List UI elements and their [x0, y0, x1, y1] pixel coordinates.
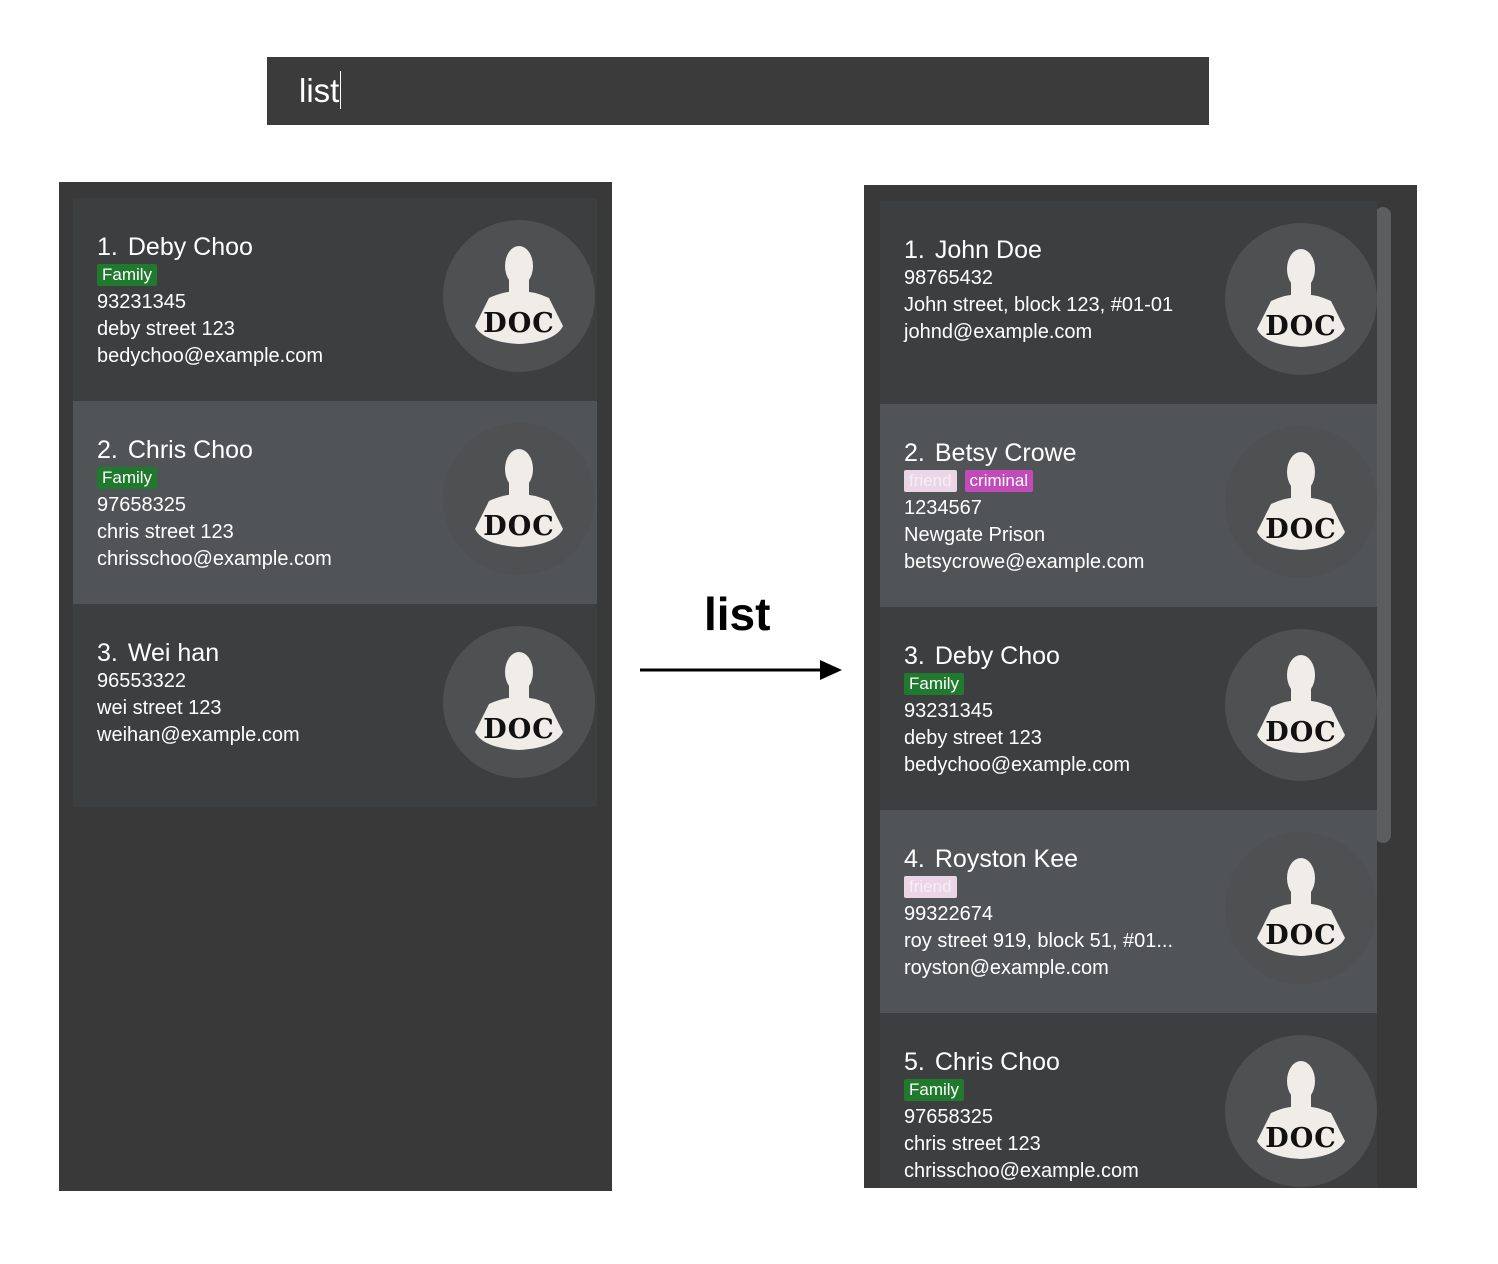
person-index: 2.: [904, 439, 925, 467]
person-card[interactable]: 3. Deby Choo Family 93231345 deby street 123…: [880, 607, 1377, 810]
command-input[interactable]: list: [299, 71, 342, 111]
person-card[interactable]: 2. Chris Choo Family 97658325 chris street 1…: [73, 401, 597, 604]
svg-text:DOC: DOC: [1265, 717, 1336, 748]
doc-avatar-icon: DOC: [1257, 249, 1345, 347]
person-name-text: Betsy Crowe: [934, 439, 1077, 467]
svg-text:DOC: DOC: [1265, 514, 1336, 545]
svg-text:DOC: DOC: [483, 308, 554, 339]
command-box[interactable]: list: [267, 57, 1209, 125]
tag-friend: friend: [904, 876, 957, 898]
person-index: 2.: [97, 436, 118, 464]
doc-avatar-icon: DOC: [1257, 655, 1345, 753]
right-arrow-icon: [640, 660, 842, 680]
person-avatar: DOC: [1225, 426, 1377, 578]
person-card[interactable]: 1. John Doe 98765432 John street, block 123…: [880, 201, 1377, 404]
doc-avatar-icon: DOC: [475, 246, 563, 344]
person-avatar: DOC: [1225, 629, 1377, 781]
person-index: 4.: [904, 845, 925, 873]
tag-family: Family: [904, 673, 965, 695]
person-name-text: John Doe: [934, 236, 1042, 264]
arrow-label: list: [704, 588, 771, 640]
person-avatar: DOC: [443, 220, 595, 372]
doc-avatar-icon: DOC: [1257, 452, 1345, 550]
tag-family: Family: [97, 264, 158, 286]
tag-friend: friend: [904, 470, 957, 492]
doc-avatar-icon: DOC: [1257, 858, 1345, 956]
svg-text:DOC: DOC: [483, 714, 554, 745]
person-card[interactable]: 2. Betsy Crowe friend criminal 1234567 Newgat…: [880, 404, 1377, 607]
person-index: 3.: [904, 642, 925, 670]
person-avatar: DOC: [443, 626, 595, 778]
person-index: 5.: [904, 1048, 925, 1076]
person-avatar: DOC: [1225, 832, 1377, 984]
person-card[interactable]: 5. Chris Choo Family 97658325 chris street 1…: [880, 1013, 1377, 1188]
person-avatar: DOC: [443, 423, 595, 575]
person-name-text: Deby Choo: [127, 233, 253, 261]
svg-text:DOC: DOC: [1265, 920, 1336, 951]
doc-avatar-icon: DOC: [1257, 1061, 1345, 1159]
svg-text:DOC: DOC: [1265, 311, 1336, 342]
tag-family: Family: [904, 1079, 965, 1101]
person-card[interactable]: 3. Wei han 96553322 wei street 123 weihan@ex…: [73, 604, 597, 807]
person-card[interactable]: 4. Royston Kee friend 99322674 roy street 91…: [880, 810, 1377, 1013]
scrollbar[interactable]: [1375, 207, 1391, 843]
person-name-text: Royston Kee: [934, 845, 1078, 873]
person-list-before[interactable]: 1. Deby Choo Family 93231345 deby street 123…: [59, 182, 612, 1191]
person-list-after[interactable]: 1. John Doe 98765432 John street, block 123…: [864, 185, 1417, 1188]
person-name-text: Chris Choo: [127, 436, 253, 464]
person-name-text: Deby Choo: [934, 642, 1060, 670]
doc-avatar-icon: DOC: [475, 449, 563, 547]
svg-text:DOC: DOC: [1265, 1123, 1336, 1154]
text-caret: [340, 71, 342, 109]
doc-avatar-icon: DOC: [475, 652, 563, 750]
person-avatar: DOC: [1225, 1035, 1377, 1187]
person-avatar: DOC: [1225, 223, 1377, 375]
svg-text:DOC: DOC: [483, 511, 554, 542]
person-name-text: Wei han: [127, 639, 220, 667]
person-name-text: Chris Choo: [934, 1048, 1060, 1076]
person-index: 1.: [97, 233, 118, 261]
person-index: 3.: [97, 639, 118, 667]
tag-criminal: criminal: [964, 470, 1034, 492]
person-card[interactable]: 1. Deby Choo Family 93231345 deby street 123…: [73, 198, 597, 401]
person-index: 1.: [904, 236, 925, 264]
tag-family: Family: [97, 467, 158, 489]
